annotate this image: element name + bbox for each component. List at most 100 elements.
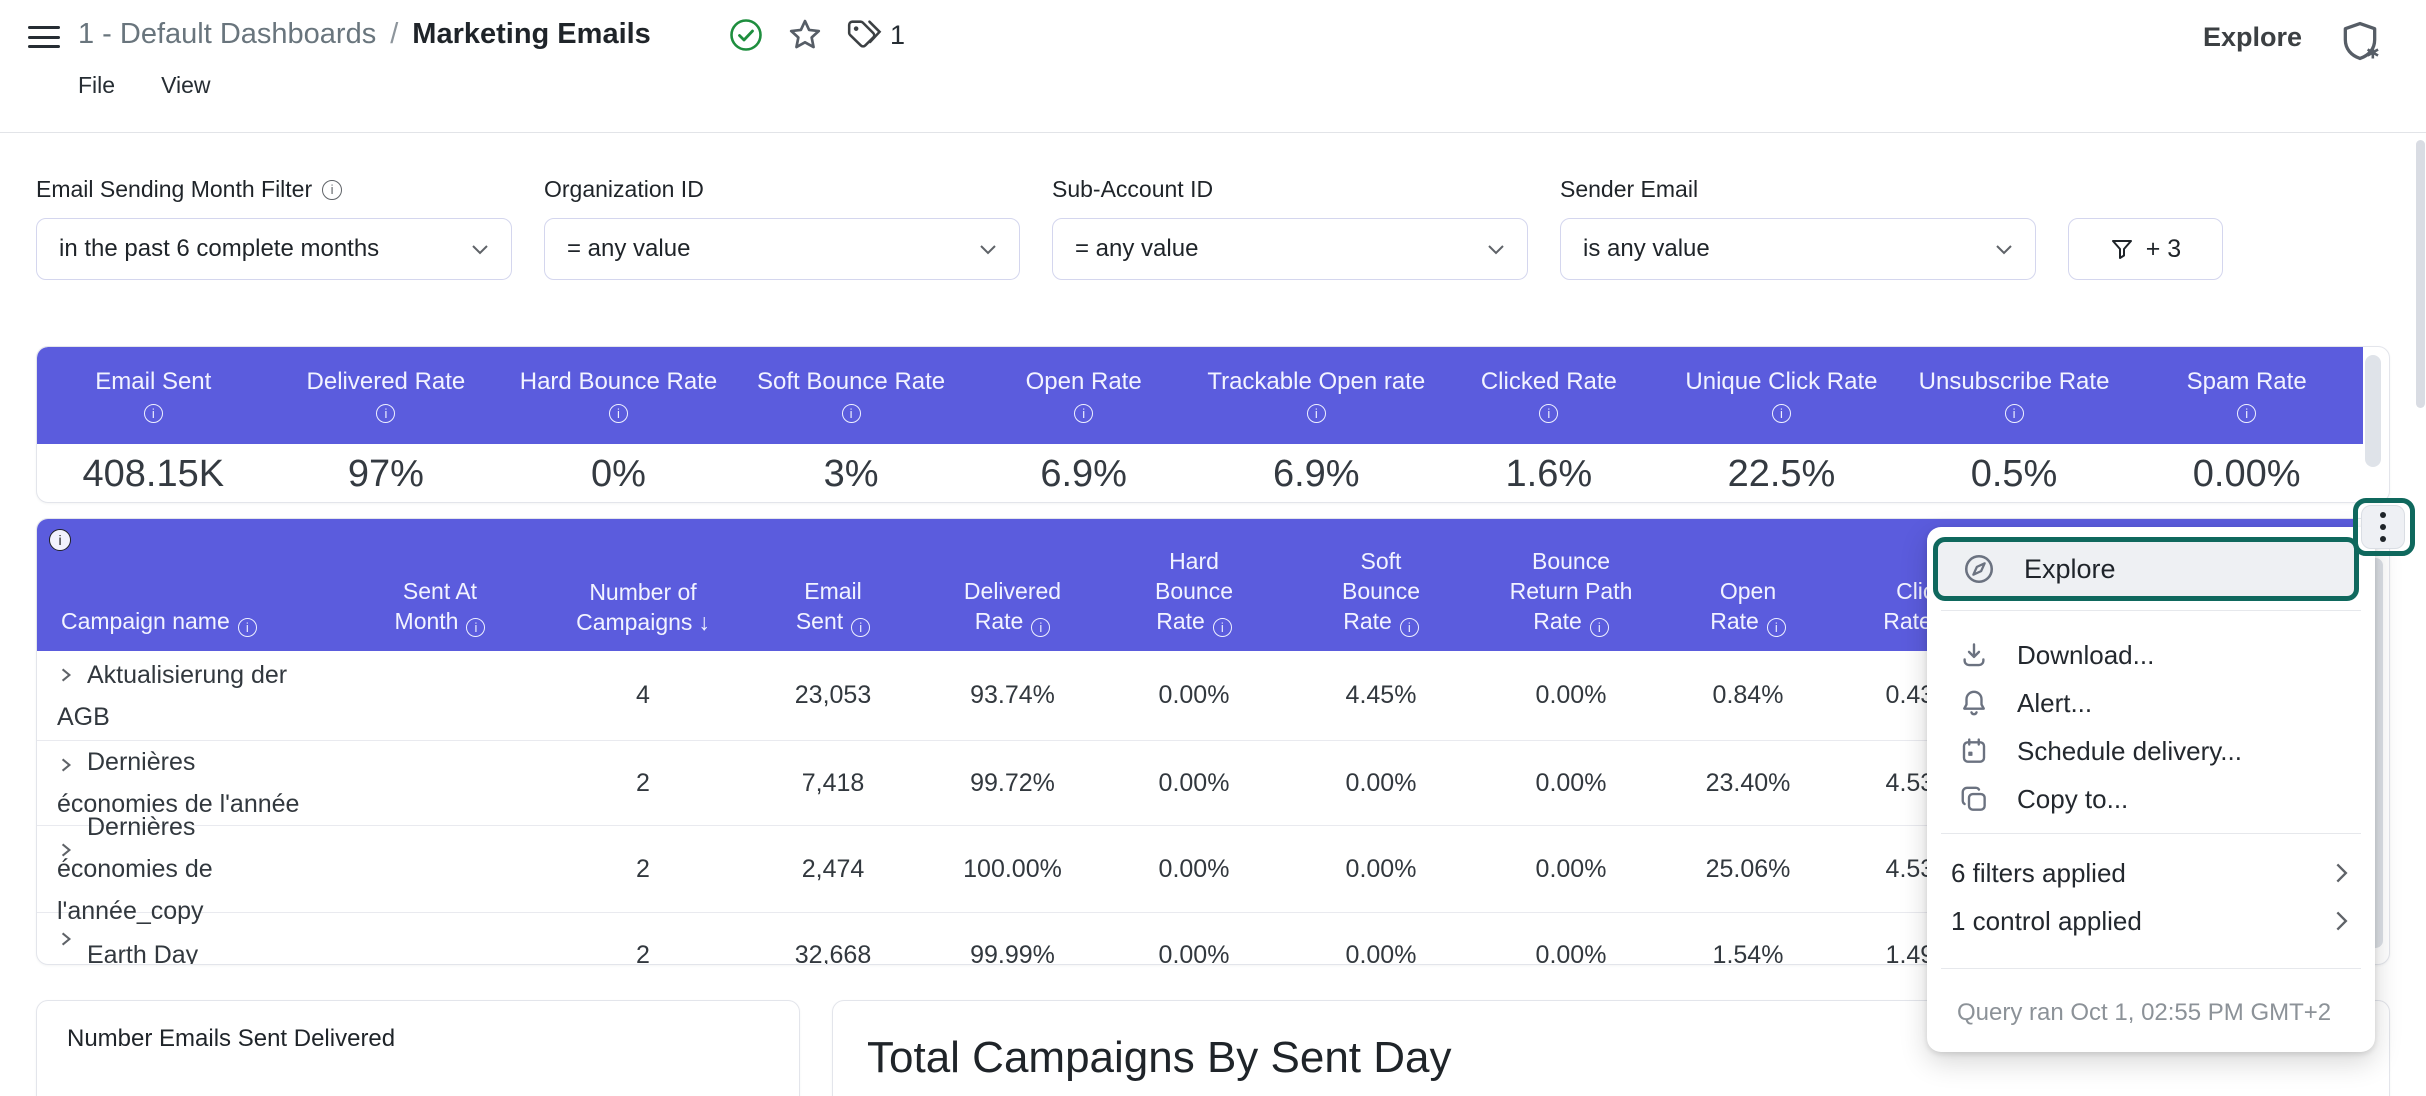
filter-subaccount-select[interactable]: = any value <box>1052 218 1528 280</box>
filter-organization-select[interactable]: = any value <box>544 218 1020 280</box>
info-icon[interactable]: i <box>1074 404 1093 423</box>
info-icon[interactable]: i <box>238 618 257 637</box>
info-icon[interactable]: i <box>609 404 628 423</box>
info-icon[interactable]: i <box>1772 404 1791 423</box>
campaigns-cell: 2 <box>543 913 743 965</box>
menu-item-alert[interactable]: Alert... <box>1927 679 2375 727</box>
chevron-down-icon <box>1487 244 1505 255</box>
info-icon[interactable]: i <box>2237 404 2256 423</box>
campaigns-cell: 2 <box>543 741 743 825</box>
compass-icon <box>1962 552 1996 586</box>
dashboard-menubar: File View <box>78 72 211 99</box>
info-icon[interactable]: i <box>1767 618 1786 637</box>
soft-bounce-cell: 4.45% <box>1286 651 1476 740</box>
kpi-value: 22.5% <box>1665 444 1898 503</box>
menu-item-control-applied[interactable]: 1 control applied <box>1927 897 2375 945</box>
explore-nav-link[interactable]: Explore <box>2203 22 2302 53</box>
filter-sender-select[interactable]: is any value <box>1560 218 2036 280</box>
delivered-rate-cell: 93.74% <box>923 651 1102 740</box>
sent-month-cell <box>337 651 543 740</box>
menu-divider <box>1941 968 2361 969</box>
more-filters-button[interactable]: + 3 <box>2068 218 2223 280</box>
email-sent-cell: 23,053 <box>743 651 923 740</box>
open-rate-cell: 0.84% <box>1666 651 1830 740</box>
sent-month-cell <box>337 913 543 965</box>
column-header-hard-bounce-rate[interactable]: Hard Bounce Ratei <box>1102 519 1286 651</box>
tile-title: Total Campaigns By Sent Day <box>867 1033 1452 1083</box>
column-header-soft-bounce-rate[interactable]: Soft Bounce Ratei <box>1286 519 1476 651</box>
delivered-rate-cell: 100.00% <box>923 826 1102 912</box>
expand-chevron-icon[interactable] <box>59 842 73 858</box>
info-icon[interactable]: i <box>1031 618 1050 637</box>
bounce-return-cell: 0.00% <box>1476 913 1666 965</box>
breadcrumb-separator: / <box>390 18 398 51</box>
title-icons: 1 <box>728 16 905 54</box>
menu-item-download[interactable]: Download... <box>1927 631 2375 679</box>
column-header-campaign-name[interactable]: Campaign namei <box>37 519 337 651</box>
kebab-focus-ring <box>2353 498 2415 556</box>
kpi-header: Unique Click Ratei <box>1665 347 1898 444</box>
tile-actions-kebab-button[interactable] <box>2361 505 2405 549</box>
kpi-value: 1.6% <box>1433 444 1666 503</box>
tags-indicator[interactable]: 1 <box>846 18 905 52</box>
expand-chevron-icon[interactable] <box>59 757 73 773</box>
menu-item-filters-applied[interactable]: 6 filters applied <box>1927 849 2375 897</box>
breadcrumb-folder-link[interactable]: 1 - Default Dashboards <box>78 18 376 51</box>
info-icon[interactable]: i <box>1590 618 1609 637</box>
column-header-delivered-rate[interactable]: Delivered Ratei <box>923 519 1102 651</box>
info-icon[interactable]: i <box>2005 404 2024 423</box>
expand-chevron-icon[interactable] <box>59 667 73 683</box>
column-header-number-of-campaigns[interactable]: Number of Campaigns↓ <box>543 519 743 651</box>
tile-title: Number Emails Sent Delivered <box>67 1025 395 1053</box>
kpi-tile-scrollbar[interactable] <box>2365 355 2381 467</box>
hamburger-menu-icon[interactable] <box>26 22 62 52</box>
email-sent-cell: 32,668 <box>743 913 923 965</box>
bounce-return-cell: 0.00% <box>1476 741 1666 825</box>
menu-item-copy-to[interactable]: Copy to... <box>1927 775 2375 823</box>
info-icon[interactable]: i <box>851 618 870 637</box>
open-rate-cell: 1.54% <box>1666 913 1830 965</box>
sent-month-cell <box>337 741 543 825</box>
kpi-header: Delivered Ratei <box>270 347 503 444</box>
favorite-star-icon[interactable] <box>786 16 824 54</box>
emails-sent-delivered-tile: Number Emails Sent Delivered <box>36 1000 800 1096</box>
menu-item-schedule-delivery[interactable]: Schedule delivery... <box>1927 727 2375 775</box>
column-header-open-rate[interactable]: Open Ratei <box>1666 519 1830 651</box>
kpi-header: Spam Ratei <box>2130 347 2363 444</box>
column-header-sent-at-month[interactable]: Sent At Monthi <box>337 519 543 651</box>
admin-shield-icon[interactable]: ✱ <box>2338 18 2382 64</box>
kpi-values-band: 408.15K 97% 0% 3% 6.9% 6.9% 1.6% 22.5% 0… <box>37 444 2363 503</box>
info-icon[interactable]: i <box>144 404 163 423</box>
view-menu[interactable]: View <box>161 72 210 99</box>
info-icon[interactable]: i <box>1400 618 1419 637</box>
column-header-bounce-return-path-rate[interactable]: Bounce Return Path Ratei <box>1476 519 1666 651</box>
kpi-header: Unsubscribe Ratei <box>1898 347 2131 444</box>
info-icon[interactable]: i <box>842 404 861 423</box>
verified-check-icon <box>728 17 764 53</box>
menu-item-explore[interactable]: Explore <box>1933 537 2359 601</box>
hard-bounce-cell: 0.00% <box>1102 741 1286 825</box>
info-icon[interactable]: i <box>322 180 342 200</box>
column-header-email-sent[interactable]: Email Senti <box>743 519 923 651</box>
page-scrollbar[interactable] <box>2416 140 2425 408</box>
tile-info-icon[interactable]: i <box>49 529 71 551</box>
copy-icon <box>1959 784 1989 814</box>
kpi-value: 0% <box>502 444 735 503</box>
info-icon[interactable]: i <box>1213 618 1232 637</box>
campaigns-cell: 2 <box>543 826 743 912</box>
menu-divider <box>1941 610 2361 611</box>
kpi-value: 0.5% <box>1898 444 2131 503</box>
filter-month-select[interactable]: in the past 6 complete months <box>36 218 512 280</box>
hard-bounce-cell: 0.00% <box>1102 651 1286 740</box>
delivered-rate-cell: 99.99% <box>923 913 1102 965</box>
hard-bounce-cell: 0.00% <box>1102 826 1286 912</box>
info-icon[interactable]: i <box>466 618 485 637</box>
expand-chevron-icon[interactable] <box>59 931 73 947</box>
calendar-icon <box>1959 736 1989 766</box>
info-icon[interactable]: i <box>1307 404 1326 423</box>
kpi-value: 408.15K <box>37 444 270 503</box>
query-timestamp: Query ran Oct 1, 02:55 PM GMT+2 <box>1957 989 2331 1037</box>
info-icon[interactable]: i <box>376 404 395 423</box>
file-menu[interactable]: File <box>78 72 115 99</box>
info-icon[interactable]: i <box>1539 404 1558 423</box>
